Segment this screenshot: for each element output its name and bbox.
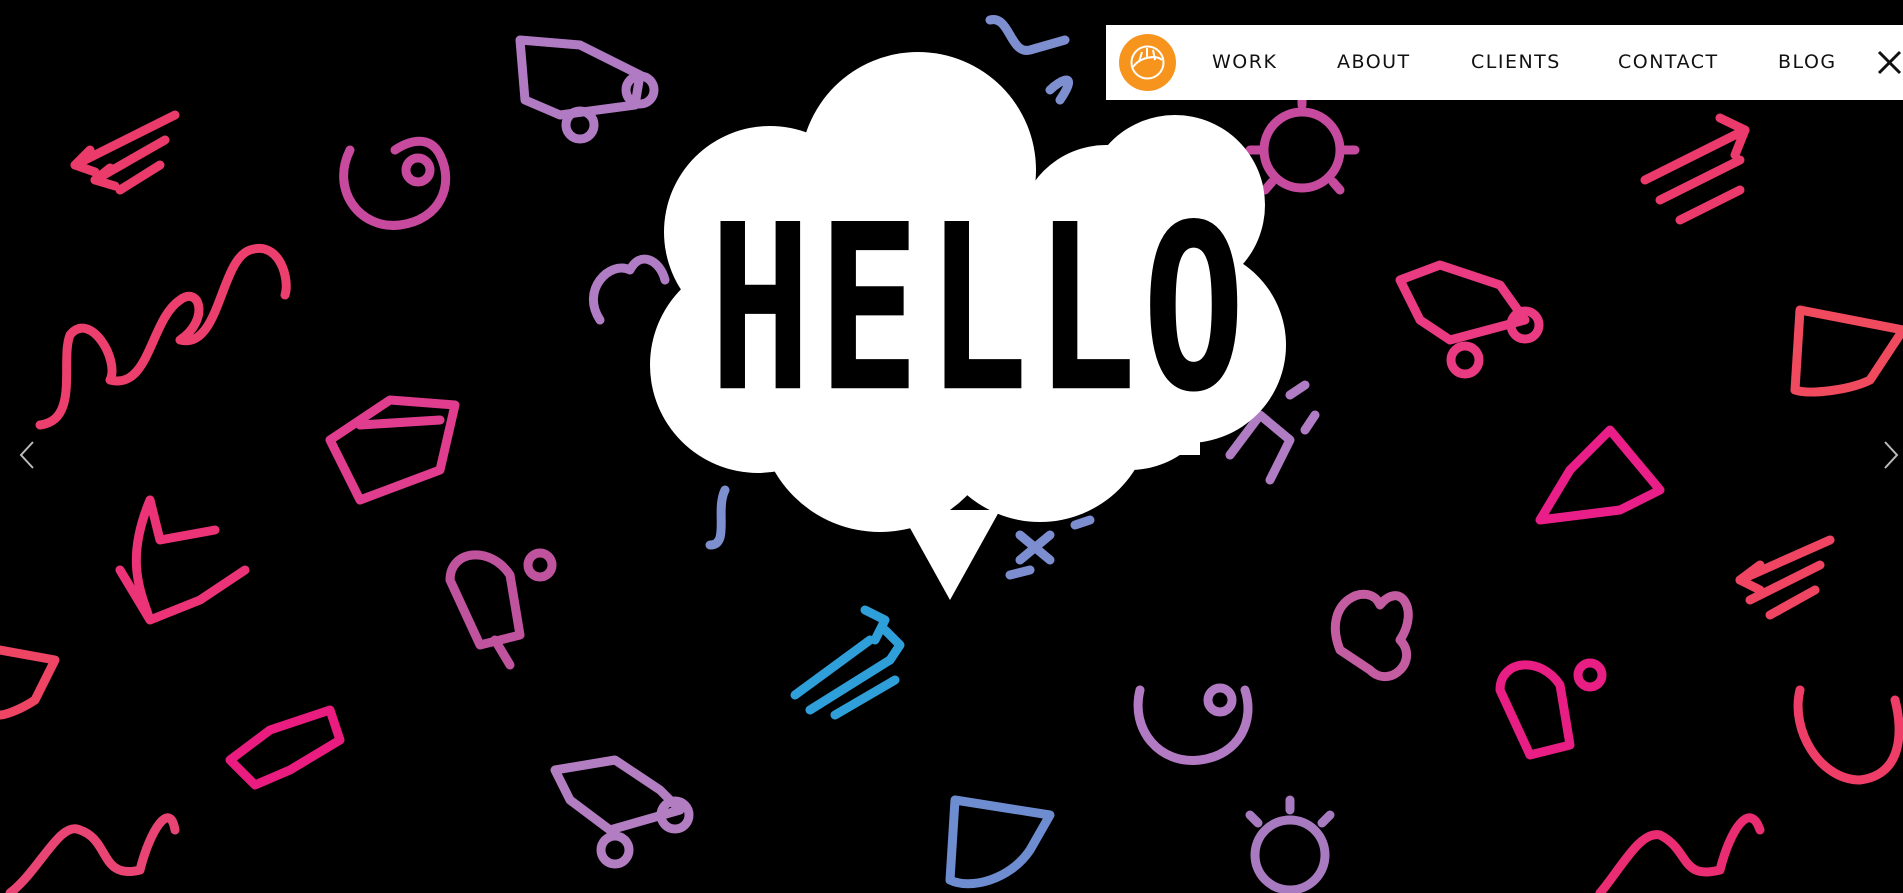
nav-item-clients[interactable]: CLIENTS	[1471, 25, 1561, 100]
chevron-left-icon	[19, 441, 34, 469]
chevron-right-icon	[1884, 441, 1899, 469]
previous-slide-button[interactable]	[18, 440, 36, 470]
next-slide-button[interactable]	[1882, 440, 1900, 470]
close-icon	[1877, 50, 1902, 75]
orange-sun-logo-icon	[1130, 45, 1165, 80]
nav-item-about[interactable]: ABOUT	[1337, 25, 1411, 100]
nav-item-work[interactable]: WORK	[1212, 25, 1277, 100]
nav-item-blog[interactable]: BLOG	[1778, 25, 1837, 100]
hero-slide: HELLO	[0, 0, 1903, 893]
close-menu-button[interactable]	[1876, 49, 1903, 76]
nav-item-contact[interactable]: CONTACT	[1618, 25, 1719, 100]
hero-headline: HELLO	[709, 176, 1251, 444]
site-logo[interactable]	[1119, 34, 1176, 91]
main-navigation: WORK ABOUT CLIENTS CONTACT BLOG	[1106, 25, 1903, 100]
